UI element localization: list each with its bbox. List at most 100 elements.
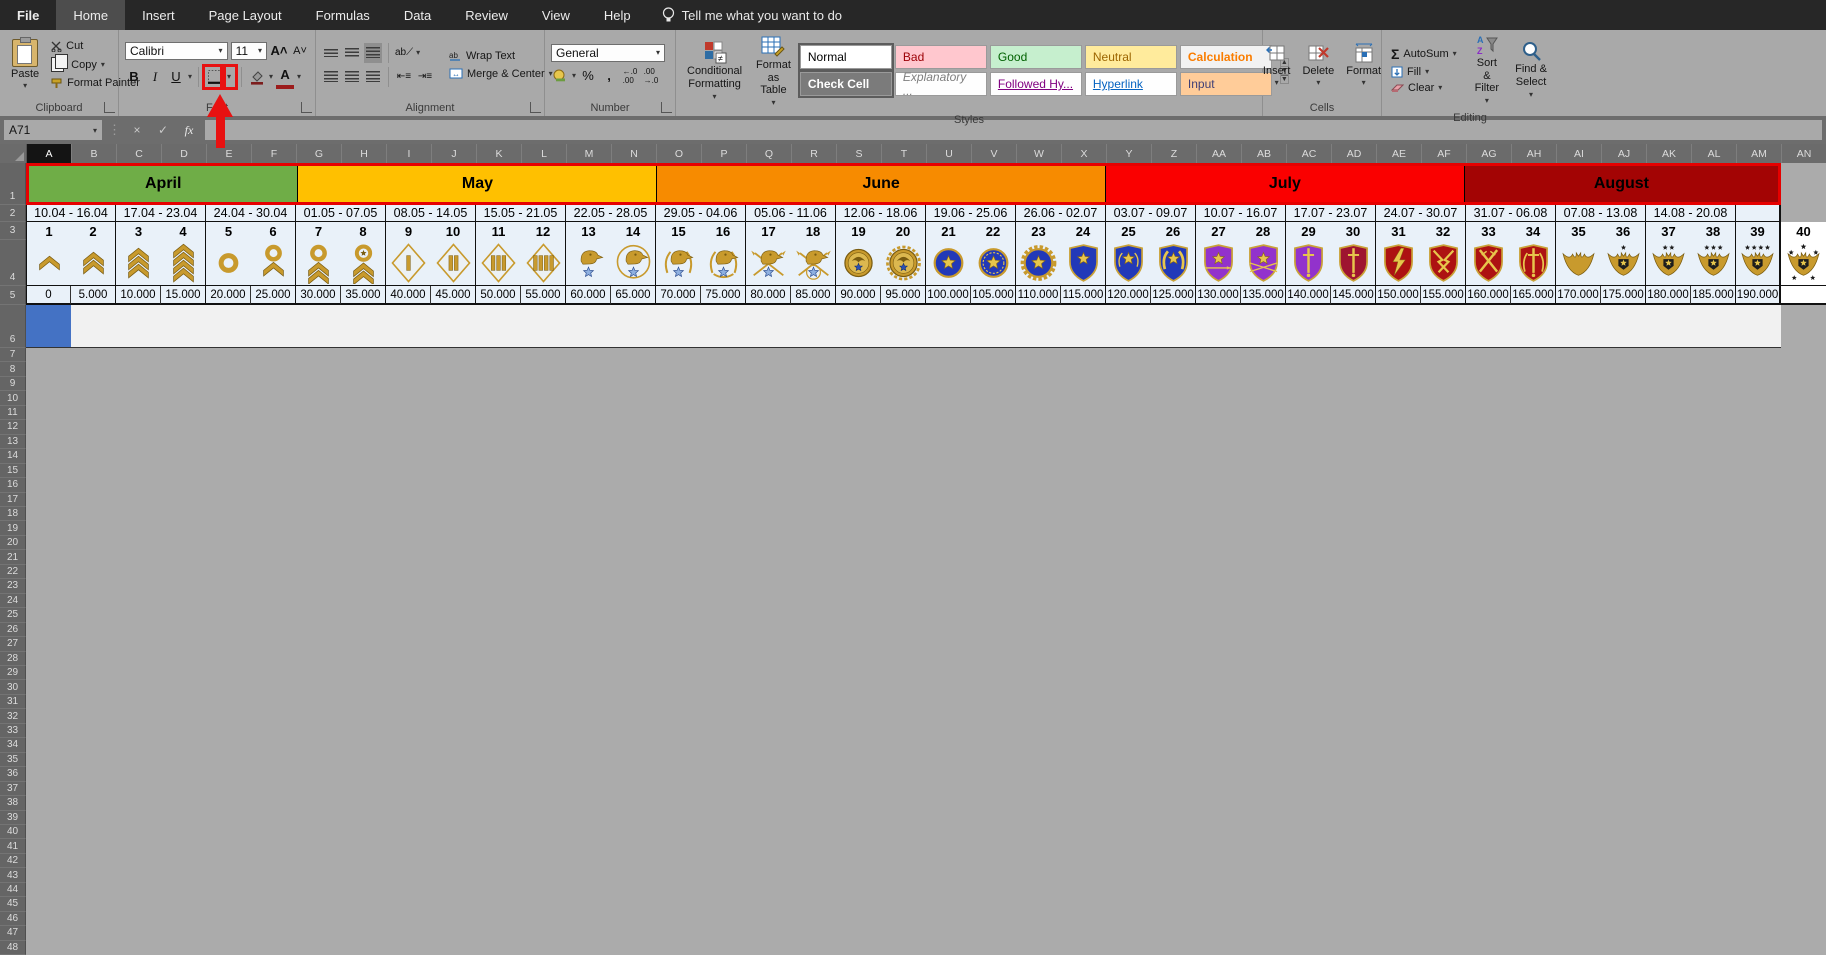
rank-34-red-sword-wreath[interactable] bbox=[1511, 240, 1556, 286]
sort-filter-dropdown[interactable]: ▾ bbox=[1485, 96, 1489, 105]
rank-number-cell-23[interactable]: 23 bbox=[1016, 222, 1061, 240]
points-cell-26[interactable]: 125.000 bbox=[1151, 286, 1196, 305]
rank-6-ring-chevron[interactable] bbox=[251, 240, 296, 286]
select-all-corner[interactable] bbox=[0, 144, 27, 163]
empty-canvas[interactable] bbox=[26, 565, 1826, 579]
empty-canvas[interactable] bbox=[26, 680, 1826, 694]
points-cell-7[interactable]: 30.000 bbox=[296, 286, 341, 305]
empty-canvas[interactable] bbox=[26, 550, 1826, 564]
row-header-48[interactable]: 48 bbox=[0, 940, 26, 955]
accounting-format-button[interactable] bbox=[551, 66, 569, 86]
rank-10-diamond-2-bars[interactable] bbox=[431, 240, 476, 286]
points-cell-2[interactable]: 5.000 bbox=[71, 286, 116, 305]
rank-36-eagle-1-star[interactable] bbox=[1601, 240, 1646, 286]
points-cell-5[interactable]: 20.000 bbox=[206, 286, 251, 305]
clipboard-dialog-launcher[interactable] bbox=[104, 102, 115, 113]
rank-8-ring-star-chevrons[interactable] bbox=[341, 240, 386, 286]
rank-number-cell-10[interactable]: 10 bbox=[431, 222, 476, 240]
column-header-B[interactable]: B bbox=[72, 144, 117, 163]
tab-view[interactable]: View bbox=[525, 0, 587, 30]
rank-number-cell-26[interactable]: 26 bbox=[1151, 222, 1196, 240]
rank-number-cell-7[interactable]: 7 bbox=[296, 222, 341, 240]
row-header-4[interactable]: 4 bbox=[0, 240, 26, 286]
empty-canvas[interactable] bbox=[26, 709, 1826, 723]
date-range-cell[interactable]: 10.04 - 16.04 bbox=[26, 205, 116, 222]
name-box-dropdown[interactable]: ▾ bbox=[93, 126, 97, 135]
points-cell-37[interactable]: 180.000 bbox=[1646, 286, 1691, 305]
points-cell-28[interactable]: 135.000 bbox=[1241, 286, 1286, 305]
rank-13-eagle-star[interactable] bbox=[566, 240, 611, 286]
rank-31-red-shield-bolt[interactable] bbox=[1376, 240, 1421, 286]
tab-insert[interactable]: Insert bbox=[125, 0, 192, 30]
rank-number-cell-35[interactable]: 35 bbox=[1556, 222, 1601, 240]
date-range-cell[interactable]: 03.07 - 09.07 bbox=[1106, 205, 1196, 222]
row-header-34[interactable]: 34 bbox=[0, 738, 26, 753]
empty-canvas[interactable] bbox=[26, 478, 1826, 492]
empty-canvas[interactable] bbox=[26, 868, 1826, 882]
month-cell-august[interactable]: August bbox=[1464, 166, 1779, 202]
number-dialog-launcher[interactable] bbox=[661, 102, 672, 113]
insert-cells-button[interactable]: Insert ▾ bbox=[1258, 40, 1296, 90]
row-header-41[interactable]: 41 bbox=[0, 839, 26, 854]
points-cell-10[interactable]: 45.000 bbox=[431, 286, 476, 305]
empty-canvas[interactable] bbox=[26, 796, 1826, 810]
rank-9-diamond-1-bar[interactable] bbox=[386, 240, 431, 286]
column-header-N[interactable]: N bbox=[612, 144, 657, 163]
increase-indent-button[interactable]: ⇥≡ bbox=[416, 67, 434, 87]
column-header-AF[interactable]: AF bbox=[1422, 144, 1467, 163]
column-header-W[interactable]: W bbox=[1017, 144, 1062, 163]
row-header-37[interactable]: 37 bbox=[0, 781, 26, 797]
delete-dropdown[interactable]: ▾ bbox=[1316, 78, 1320, 87]
orientation-button[interactable]: ab⟋ bbox=[395, 43, 413, 63]
points-cell-38[interactable]: 185.000 bbox=[1691, 286, 1736, 305]
month-cell-july[interactable]: July bbox=[1105, 166, 1465, 202]
rank-35-gold-eagle[interactable] bbox=[1556, 240, 1601, 286]
empty-canvas[interactable] bbox=[26, 912, 1826, 926]
points-cell-19[interactable]: 90.000 bbox=[836, 286, 881, 305]
rank-number-cell-24[interactable]: 24 bbox=[1061, 222, 1106, 240]
rank-number-cell-37[interactable]: 37 bbox=[1646, 222, 1691, 240]
column-header-V[interactable]: V bbox=[972, 144, 1017, 163]
tab-review[interactable]: Review bbox=[448, 0, 525, 30]
points-cell-11[interactable]: 50.000 bbox=[476, 286, 521, 305]
alignment-dialog-launcher[interactable] bbox=[530, 102, 541, 113]
format-as-table-dropdown[interactable]: ▾ bbox=[771, 98, 775, 107]
name-box[interactable]: A71 ▾ bbox=[4, 120, 102, 140]
empty-canvas[interactable] bbox=[26, 753, 1826, 767]
column-header-AH[interactable]: AH bbox=[1512, 144, 1557, 163]
increase-font-button[interactable]: A˄ bbox=[270, 41, 288, 61]
date-range-cell[interactable]: 19.06 - 25.06 bbox=[926, 205, 1016, 222]
rank-11-diamond-3-bars[interactable] bbox=[476, 240, 521, 286]
date-range-cell[interactable]: 05.06 - 11.06 bbox=[746, 205, 836, 222]
rank-number-cell-36[interactable]: 36 bbox=[1601, 222, 1646, 240]
empty-canvas[interactable] bbox=[26, 348, 1826, 362]
points-cell-24[interactable]: 115.000 bbox=[1061, 286, 1106, 305]
decrease-decimal-button[interactable]: .00 →.0 bbox=[642, 66, 660, 86]
row-header-43[interactable]: 43 bbox=[0, 868, 26, 883]
column-header-U[interactable]: U bbox=[927, 144, 972, 163]
month-cell-may[interactable]: May bbox=[298, 166, 658, 202]
points-cell-9[interactable]: 40.000 bbox=[386, 286, 431, 305]
row-header-39[interactable]: 39 bbox=[0, 810, 26, 825]
date-range-cell[interactable]: 31.07 - 06.08 bbox=[1466, 205, 1556, 222]
row-header-45[interactable]: 45 bbox=[0, 897, 26, 912]
rank-number-cell-25[interactable]: 25 bbox=[1106, 222, 1151, 240]
date-range-empty-cell[interactable] bbox=[1736, 205, 1781, 222]
points-cell-21[interactable]: 100.000 bbox=[926, 286, 971, 305]
row-header-14[interactable]: 14 bbox=[0, 449, 26, 464]
rank-4-chevron-4[interactable] bbox=[161, 240, 206, 286]
row-header-46[interactable]: 46 bbox=[0, 911, 26, 927]
empty-canvas[interactable] bbox=[26, 507, 1826, 521]
rank-number-cell-1[interactable]: 1 bbox=[26, 222, 71, 240]
points-cell-33[interactable]: 160.000 bbox=[1466, 286, 1511, 305]
row-header-35[interactable]: 35 bbox=[0, 752, 26, 768]
points-cell-17[interactable]: 80.000 bbox=[746, 286, 791, 305]
column-header-AD[interactable]: AD bbox=[1332, 144, 1377, 163]
row-header-40[interactable]: 40 bbox=[0, 824, 26, 840]
font-size-combo[interactable]: 11 ▾ bbox=[230, 41, 267, 60]
date-range-cell[interactable]: 15.05 - 21.05 bbox=[476, 205, 566, 222]
rank-number-cell-2[interactable]: 2 bbox=[71, 222, 116, 240]
rank-number-cell-22[interactable]: 22 bbox=[971, 222, 1016, 240]
rank-2-chevron-2[interactable] bbox=[71, 240, 116, 286]
column-header-E[interactable]: E bbox=[207, 144, 252, 163]
